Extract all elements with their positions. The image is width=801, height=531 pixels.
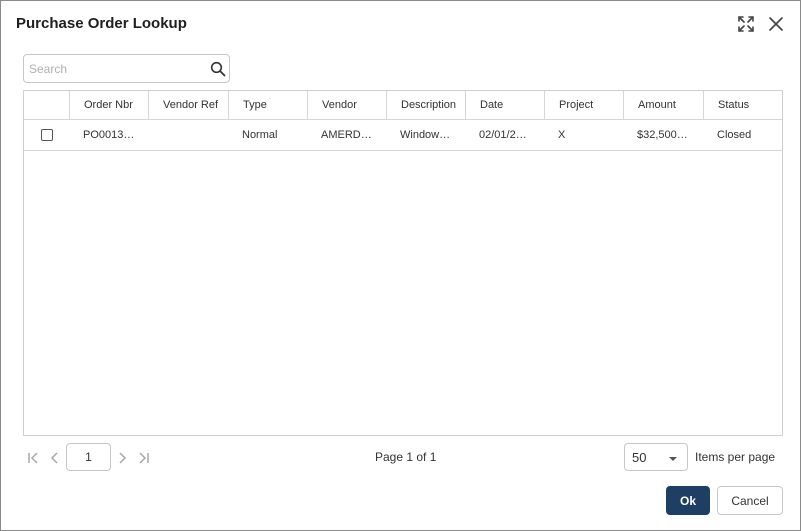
last-page-icon <box>139 452 149 464</box>
search-box <box>23 54 230 83</box>
grid-header: Order Nbr Vendor Ref Type Vendor Descrip… <box>24 91 782 120</box>
close-icon <box>769 17 783 31</box>
next-page-icon <box>119 452 127 464</box>
next-page-button[interactable] <box>113 448 131 468</box>
cell-vendor: AMERD… <box>321 129 372 141</box>
row-checkbox[interactable] <box>41 129 53 141</box>
items-per-page-select[interactable]: 50 <box>624 443 688 471</box>
column-header-select <box>24 91 69 119</box>
ok-button[interactable]: Ok <box>666 486 710 515</box>
first-page-button[interactable] <box>24 448 42 468</box>
cell-description: Window… <box>400 129 451 141</box>
search-icon[interactable] <box>210 61 226 82</box>
table-row[interactable]: PO0013… Normal AMERD… Window… 02/01/2… X… <box>24 120 782 151</box>
column-header-vendor[interactable]: Vendor <box>307 91 386 119</box>
prev-page-button[interactable] <box>46 448 64 468</box>
chevron-down-icon <box>669 457 677 461</box>
column-header-status[interactable]: Status <box>703 91 782 119</box>
close-button[interactable] <box>765 13 787 35</box>
cell-amount: $32,500… <box>637 129 688 141</box>
column-header-type[interactable]: Type <box>228 91 307 119</box>
last-page-button[interactable] <box>135 448 153 468</box>
column-header-amount[interactable]: Amount <box>623 91 703 119</box>
page-info: Page 1 of 1 <box>375 450 437 464</box>
cell-date: 02/01/2… <box>479 129 527 141</box>
column-header-date[interactable]: Date <box>465 91 544 119</box>
expand-icon <box>738 16 754 32</box>
expand-button[interactable] <box>735 13 757 35</box>
cell-type: Normal <box>242 129 278 141</box>
cell-order-nbr: PO0013… <box>83 129 135 141</box>
column-header-order-nbr[interactable]: Order Nbr <box>69 91 148 119</box>
purchase-order-lookup-dialog: Purchase Order Lookup Order Nbr <box>0 0 801 531</box>
cell-vendor-ref <box>148 120 228 150</box>
prev-page-icon <box>50 452 58 464</box>
purchase-order-grid: Order Nbr Vendor Ref Type Vendor Descrip… <box>23 90 783 436</box>
items-per-page-label: Items per page <box>695 450 776 464</box>
items-per-page-value: 50 <box>632 450 647 465</box>
cell-project: X <box>558 129 566 141</box>
search-input[interactable] <box>24 55 204 82</box>
column-header-vendor-ref[interactable]: Vendor Ref <box>148 91 228 119</box>
first-page-icon <box>28 452 38 464</box>
cell-status: Closed <box>717 129 752 141</box>
cancel-button[interactable]: Cancel <box>717 486 783 515</box>
column-header-description[interactable]: Description <box>386 91 465 119</box>
column-header-project[interactable]: Project <box>544 91 623 119</box>
dialog-title: Purchase Order Lookup <box>16 15 187 32</box>
page-number-input[interactable] <box>66 443 111 471</box>
